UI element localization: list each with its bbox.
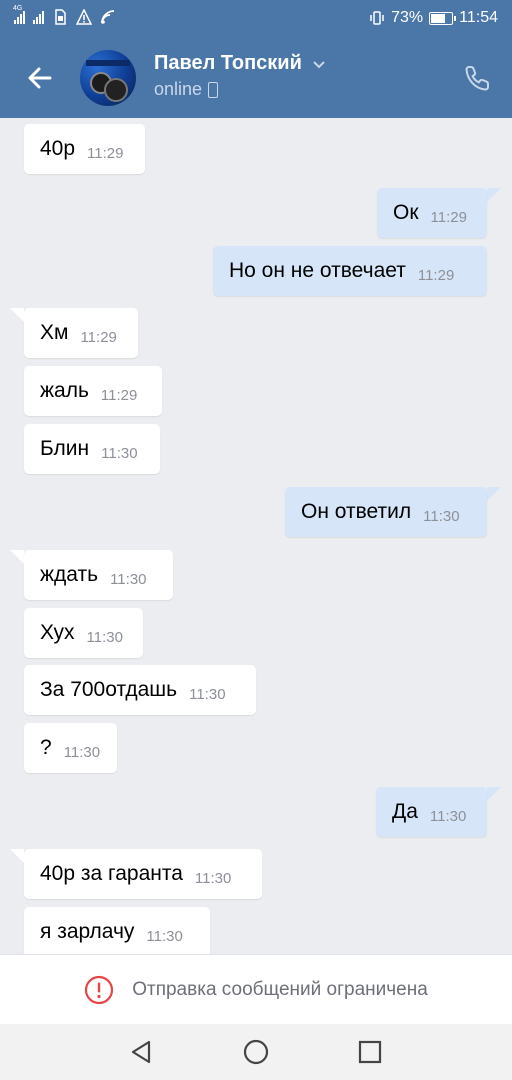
message-text: Он ответил xyxy=(301,500,412,523)
nav-back-icon[interactable] xyxy=(128,1038,156,1066)
message-time: 11:29 xyxy=(417,266,455,284)
message-bubble-incoming[interactable]: я зарлачу 11:30 xyxy=(24,907,210,954)
restriction-label: Отправка сообщений ограничена xyxy=(132,979,428,1000)
message-bubble-incoming[interactable]: За 700отдашь 11:30 xyxy=(24,665,256,715)
message-text: ждать xyxy=(40,563,99,586)
message-time: 11:30 xyxy=(189,685,226,703)
contact-status: online xyxy=(154,79,326,100)
message-time: 11:29 xyxy=(100,386,138,404)
message-time: 11:30 xyxy=(101,444,138,462)
contact-title[interactable]: Павел Топский online xyxy=(154,52,326,100)
message-text: Но он не отвечает xyxy=(229,259,406,282)
message-text: Да xyxy=(392,800,418,823)
message-time: 11:30 xyxy=(423,507,460,525)
message-bubble-incoming[interactable]: жаль 11:29 xyxy=(24,366,162,416)
battery-icon xyxy=(429,11,457,25)
nav-recents-icon[interactable] xyxy=(356,1038,384,1066)
nav-home-icon[interactable] xyxy=(242,1038,270,1066)
message-bubble-incoming[interactable]: ждать 11:30 xyxy=(24,550,173,600)
signal-icon xyxy=(33,10,44,24)
message-time: 11:29 xyxy=(430,208,467,226)
wifi-icon xyxy=(101,10,115,24)
status-bar: 4G 73% 11:54 xyxy=(0,0,512,38)
signal-icon: 4G xyxy=(13,5,25,24)
vibrate-icon xyxy=(370,11,384,25)
message-bubble-outgoing[interactable]: Но он не отвечает 11:29 xyxy=(213,246,487,296)
back-arrow-icon[interactable] xyxy=(24,62,56,94)
message-bubble-outgoing[interactable]: Он ответил 11:30 xyxy=(285,487,487,537)
warning-icon xyxy=(76,9,92,25)
message-bubble-incoming[interactable]: Блин 11:30 xyxy=(24,424,160,474)
message-text: Хух xyxy=(40,621,75,644)
clock: 11:54 xyxy=(459,9,498,26)
message-text: ? xyxy=(40,736,52,759)
message-list[interactable]: 40р 11:29 Ок 11:29 Но он не отвечает 11:… xyxy=(0,118,512,954)
message-text: 40р за гаранта xyxy=(40,862,183,885)
message-text: За 700отдашь xyxy=(40,678,178,701)
message-bubble-incoming[interactable]: Хм 11:29 xyxy=(24,308,138,358)
messaging-restricted-banner: Отправка сообщений ограничена xyxy=(0,954,512,1025)
message-text: 40р xyxy=(40,137,76,160)
phone-call-icon[interactable] xyxy=(464,64,492,92)
message-time: 11:30 xyxy=(110,570,147,588)
message-time: 11:30 xyxy=(429,807,467,825)
message-bubble-incoming[interactable]: ? 11:30 xyxy=(24,723,117,773)
chevron-down-icon xyxy=(313,61,326,69)
message-time: 11:30 xyxy=(86,628,123,646)
message-time: 11:29 xyxy=(87,144,124,162)
chat-header: Павел Топский online xyxy=(0,38,512,118)
system-navigation-bar xyxy=(0,1024,512,1080)
message-time: 11:30 xyxy=(146,927,183,945)
message-time: 11:29 xyxy=(80,328,117,346)
message-bubble-incoming[interactable]: Хух 11:30 xyxy=(24,608,143,658)
message-text: Хм xyxy=(40,321,69,344)
network-type-label: 4G xyxy=(13,5,23,12)
message-bubble-outgoing[interactable]: Да 11:30 xyxy=(376,787,487,837)
message-time: 11:30 xyxy=(194,869,232,887)
online-status-label: online xyxy=(154,79,203,99)
alert-circle-icon xyxy=(85,975,114,1005)
message-bubble-incoming[interactable]: 40р 11:29 xyxy=(24,124,145,174)
sim-icon xyxy=(55,9,66,25)
message-bubble-outgoing[interactable]: Ок 11:29 xyxy=(377,188,487,238)
mobile-device-icon xyxy=(208,81,219,98)
message-text: Блин xyxy=(40,437,90,460)
battery-percent: 73% xyxy=(391,9,424,26)
message-text: Ок xyxy=(393,201,419,224)
message-text: жаль xyxy=(40,379,89,402)
contact-name: Павел Топский xyxy=(154,52,302,74)
message-text: я зарлачу xyxy=(40,920,135,943)
message-bubble-incoming[interactable]: 40р за гаранта 11:30 xyxy=(24,849,262,899)
message-time: 11:30 xyxy=(63,743,101,761)
avatar[interactable] xyxy=(80,50,136,106)
